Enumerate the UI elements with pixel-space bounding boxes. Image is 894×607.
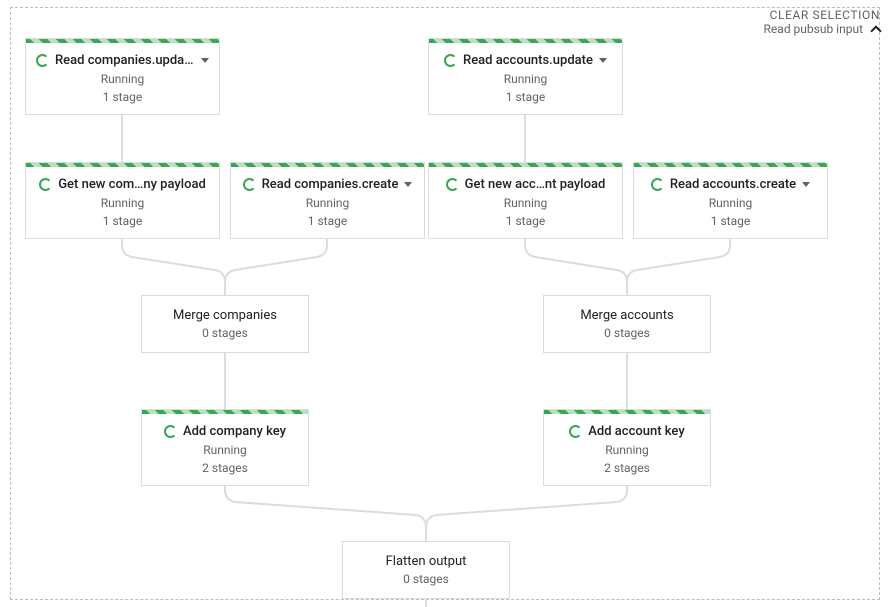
- node-read-companies-update[interactable]: Read companies.update Running 1 stage: [25, 38, 220, 115]
- node-stages: 1 stage: [644, 214, 817, 228]
- spinner-icon: [39, 178, 52, 191]
- node-flatten-output[interactable]: Flatten output 0 stages: [342, 541, 510, 599]
- clear-selection-link[interactable]: CLEAR SELECTION: [770, 8, 880, 22]
- node-stages: 0 stages: [152, 326, 298, 340]
- node-status: Running: [241, 196, 414, 210]
- node-status: Running: [36, 72, 209, 86]
- spinner-icon: [569, 425, 582, 438]
- collapse-icon[interactable]: [870, 25, 881, 36]
- node-read-accounts-update[interactable]: Read accounts.update Running 1 stage: [428, 38, 623, 115]
- node-status: Running: [439, 196, 612, 210]
- running-stripe: [429, 163, 622, 167]
- node-stages: 1 stage: [36, 214, 209, 228]
- spinner-icon: [651, 178, 664, 191]
- node-status: Running: [36, 196, 209, 210]
- node-title: Add account key: [588, 424, 684, 439]
- node-title: Flatten output: [353, 554, 499, 569]
- node-stages: 0 stages: [353, 572, 499, 586]
- chevron-down-icon[interactable]: [201, 58, 209, 63]
- running-stripe: [26, 163, 219, 167]
- node-merge-companies[interactable]: Merge companies 0 stages: [141, 295, 309, 353]
- node-title: Merge companies: [152, 308, 298, 323]
- node-stages: 1 stage: [439, 214, 612, 228]
- node-title: Read companies.create: [262, 177, 399, 192]
- node-add-account-key[interactable]: Add account key Running 2 stages: [543, 409, 711, 486]
- node-status: Running: [152, 443, 298, 457]
- node-title: Merge accounts: [554, 308, 700, 323]
- running-stripe: [142, 410, 308, 414]
- chevron-down-icon[interactable]: [802, 182, 810, 187]
- spinner-icon: [164, 425, 177, 438]
- node-title: Get new acc…nt payload: [465, 177, 606, 192]
- node-merge-accounts[interactable]: Merge accounts 0 stages: [543, 295, 711, 353]
- node-stages: 1 stage: [439, 90, 612, 104]
- node-title: Add company key: [183, 424, 286, 439]
- node-status: Running: [439, 72, 612, 86]
- node-stages: 2 stages: [554, 461, 700, 475]
- spinner-icon: [444, 54, 457, 67]
- node-get-new-company-payload[interactable]: Get new com…ny payload Running 1 stage: [25, 162, 220, 239]
- chevron-down-icon[interactable]: [404, 182, 412, 187]
- chevron-down-icon[interactable]: [599, 58, 607, 63]
- node-status: Running: [554, 443, 700, 457]
- node-stages: 1 stage: [241, 214, 414, 228]
- node-title: Read accounts.create: [670, 177, 796, 192]
- node-get-new-account-payload[interactable]: Get new acc…nt payload Running 1 stage: [428, 162, 623, 239]
- node-stages: 2 stages: [152, 461, 298, 475]
- node-add-company-key[interactable]: Add company key Running 2 stages: [141, 409, 309, 486]
- node-status: Running: [644, 196, 817, 210]
- running-stripe: [429, 39, 622, 43]
- running-stripe: [544, 410, 710, 414]
- node-title: Read accounts.update: [463, 53, 593, 68]
- section-title: Read pubsub input: [764, 22, 863, 36]
- spinner-icon: [243, 178, 256, 191]
- node-stages: 1 stage: [36, 90, 209, 104]
- spinner-icon: [446, 178, 459, 191]
- node-title: Read companies.update: [55, 53, 195, 68]
- node-read-accounts-create[interactable]: Read accounts.create Running 1 stage: [633, 162, 828, 239]
- running-stripe: [26, 39, 219, 43]
- running-stripe: [231, 163, 424, 167]
- spinner-icon: [36, 54, 49, 67]
- node-read-companies-create[interactable]: Read companies.create Running 1 stage: [230, 162, 425, 239]
- running-stripe: [634, 163, 827, 167]
- node-stages: 0 stages: [554, 326, 700, 340]
- node-title: Get new com…ny payload: [58, 177, 206, 192]
